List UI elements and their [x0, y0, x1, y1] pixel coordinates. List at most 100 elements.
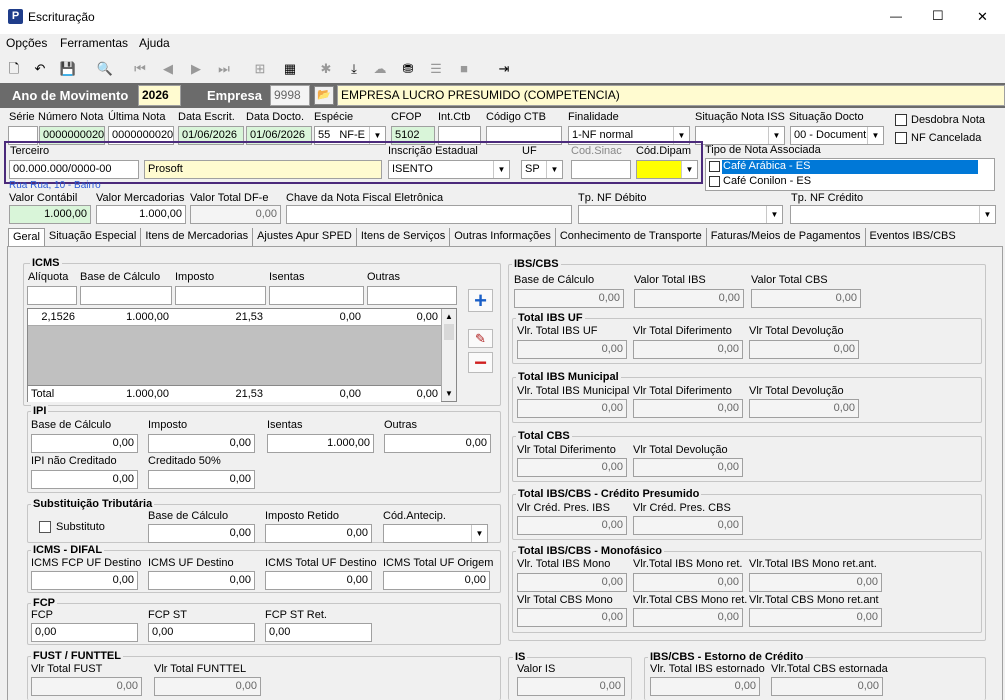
tipo-nota-list[interactable]: Café Arábica - ES Café Conilon - ES [705, 158, 995, 191]
icms-imposto-input[interactable] [175, 286, 266, 305]
list-icon[interactable]: ☰ [426, 60, 446, 78]
scroll-up-icon[interactable]: ▲ [442, 309, 456, 324]
valor-merc-field[interactable]: 1.000,00 [96, 205, 186, 224]
desdobra-checkbox[interactable] [895, 114, 907, 126]
prev-record-icon[interactable]: ◀ [158, 60, 178, 78]
mono-f-field[interactable]: 0,00 [749, 608, 882, 627]
mono-b-field[interactable]: 0,00 [633, 573, 743, 592]
first-record-icon[interactable]: ⏮ [130, 60, 150, 78]
icms-outras-input[interactable] [367, 286, 457, 305]
fust-field[interactable]: 0,00 [31, 677, 142, 696]
difal-uf-dest-field[interactable]: 0,00 [148, 571, 255, 590]
fcp-st-field[interactable]: 0,00 [148, 623, 255, 642]
sinac-field[interactable] [571, 160, 631, 179]
scroll-down-icon[interactable]: ▼ [442, 386, 456, 401]
cbs-a-field[interactable]: 0,00 [517, 458, 627, 477]
close-button[interactable]: ✕ [977, 9, 988, 25]
ipi-nao-cred-field[interactable]: 0,00 [31, 470, 138, 489]
remove-button[interactable]: − [468, 352, 493, 374]
st-retido-field[interactable]: 0,00 [265, 524, 372, 543]
cbs-b-field[interactable]: 0,00 [633, 458, 743, 477]
valor-contabil-field[interactable]: 1.000,00 [9, 205, 91, 224]
ibscbs-ibs-field[interactable]: 0,00 [634, 289, 744, 308]
empresa-code-field[interactable]: 9998 [270, 85, 310, 106]
tab-geral[interactable]: Geral [8, 228, 45, 246]
chave-field[interactable] [286, 205, 572, 224]
save-icon[interactable]: 💾 [58, 60, 78, 78]
difal-fcp-field[interactable]: 0,00 [31, 571, 138, 590]
ibs-mun-a-field[interactable]: 0,00 [517, 399, 627, 418]
grid-scrollbar[interactable]: ▲ ▼ [441, 309, 456, 401]
terceiro-name-field[interactable]: Prosoft [144, 160, 382, 179]
st-antecip-combo[interactable]: ▼ [383, 524, 488, 543]
funttel-field[interactable]: 0,00 [154, 677, 261, 696]
tab-eventos-ibs[interactable]: Eventos IBS/CBS [866, 228, 960, 246]
icms-isentas-input[interactable] [269, 286, 364, 305]
last-record-icon[interactable]: ⏭ [214, 60, 234, 78]
ibs-uf-c-field[interactable]: 0,00 [749, 340, 859, 359]
download-icon[interactable]: ⤓ [344, 60, 364, 78]
preview-icon[interactable]: 🔍 [95, 60, 115, 78]
icms-grid[interactable]: 2,1526 1.000,00 21,53 0,00 0,00 Total 1.… [27, 308, 457, 402]
tree-icon[interactable]: ⊞ [250, 60, 270, 78]
ipi-imposto-field[interactable]: 0,00 [148, 434, 255, 453]
tab-itens-servicos[interactable]: Itens de Serviços [357, 228, 451, 246]
cancelada-checkbox[interactable] [895, 132, 907, 144]
ipi-outras-field[interactable]: 0,00 [384, 434, 491, 453]
sit-docto-combo[interactable]: 00 - Document ▼ [790, 126, 884, 145]
ipi-base-field[interactable]: 0,00 [31, 434, 138, 453]
cred-pres-a-field[interactable]: 0,00 [517, 516, 627, 535]
ie-combo[interactable]: ISENTO ▼ [388, 160, 510, 179]
cib-icon[interactable]: ⛃ [398, 60, 418, 78]
ibscbs-base-field[interactable]: 0,00 [514, 289, 624, 308]
is-a-field[interactable]: 0,00 [517, 677, 625, 696]
menu-ajuda[interactable]: Ajuda [139, 36, 170, 50]
ibs-uf-b-field[interactable]: 0,00 [633, 340, 743, 359]
ibs-mun-b-field[interactable]: 0,00 [633, 399, 743, 418]
uf-combo[interactable]: SP ▼ [521, 160, 563, 179]
ibs-uf-a-field[interactable]: 0,00 [517, 340, 627, 359]
minimize-button[interactable]: — [890, 9, 902, 23]
menu-ferramentas[interactable]: Ferramentas [60, 36, 128, 50]
exit-icon[interactable]: ⇥ [494, 60, 514, 78]
cloud-icon[interactable]: ☁ [370, 60, 390, 78]
valor-dfe-field[interactable]: 0,00 [190, 205, 281, 224]
tipo-nota-checkbox-2[interactable] [709, 176, 720, 187]
edit-button[interactable]: ✎ [468, 329, 493, 348]
ipi-cred50-field[interactable]: 0,00 [148, 470, 255, 489]
substituto-checkbox[interactable] [39, 521, 51, 533]
difal-total-dest-field[interactable]: 0,00 [265, 571, 372, 590]
folder-icon[interactable]: 📂 [314, 86, 334, 105]
mono-d-field[interactable]: 0,00 [517, 608, 627, 627]
calc-icon[interactable]: ▦ [280, 60, 300, 78]
sit-iss-combo[interactable]: ▼ [695, 126, 785, 145]
tab-conhecimento[interactable]: Conhecimento de Transporte [556, 228, 707, 246]
tab-ajustes-sped[interactable]: Ajustes Apur SPED [253, 228, 357, 246]
add-button[interactable]: + [468, 289, 493, 312]
table-row[interactable]: 2,1526 1.000,00 21,53 0,00 0,00 [28, 309, 441, 326]
mono-e-field[interactable]: 0,00 [633, 608, 743, 627]
ibscbs-cbs-field[interactable]: 0,00 [751, 289, 861, 308]
fcp-st-ret-field[interactable]: 0,00 [265, 623, 372, 642]
tab-situacao-especial[interactable]: Situação Especial [45, 228, 142, 246]
menu-opcoes[interactable]: Opções [6, 36, 47, 50]
estorno-b-field[interactable]: 0,00 [771, 677, 883, 696]
difal-total-orig-field[interactable]: 0,00 [383, 571, 490, 590]
puzzle-icon[interactable]: ✱ [316, 60, 336, 78]
ipi-isentas-field[interactable]: 1.000,00 [267, 434, 374, 453]
maximize-button[interactable]: ☐ [932, 8, 944, 24]
square-icon[interactable]: ■ [454, 60, 474, 78]
icms-aliquota-input[interactable] [27, 286, 77, 305]
tp-debito-combo[interactable]: ▼ [578, 205, 783, 224]
next-record-icon[interactable]: ▶ [186, 60, 206, 78]
tipo-nota-checkbox-1[interactable] [709, 161, 720, 172]
ano-field[interactable]: 2026 [138, 85, 181, 106]
undo-icon[interactable]: ↶ [30, 60, 50, 78]
fcp-field[interactable]: 0,00 [31, 623, 138, 642]
ibs-mun-c-field[interactable]: 0,00 [749, 399, 859, 418]
cred-pres-b-field[interactable]: 0,00 [633, 516, 743, 535]
tp-credito-combo[interactable]: ▼ [790, 205, 996, 224]
tab-outras-info[interactable]: Outras Informações [450, 228, 556, 246]
icms-base-input[interactable] [80, 286, 172, 305]
cnpj-field[interactable]: 00.000.000/0000-00 [9, 160, 139, 179]
